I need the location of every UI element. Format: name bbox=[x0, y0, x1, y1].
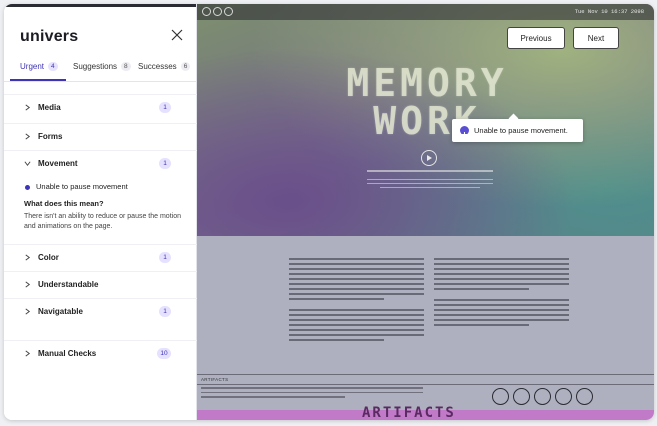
article-column-right bbox=[434, 258, 569, 329]
count-badge: 1 bbox=[159, 306, 171, 317]
issue-explanation-text: There isn't an ability to reduce or paus… bbox=[24, 213, 181, 230]
article-column-left bbox=[289, 258, 424, 344]
section-label: Color bbox=[38, 253, 59, 262]
tab-count-badge: 6 bbox=[180, 62, 191, 71]
tab-label: Urgent bbox=[20, 62, 45, 71]
brand-logo: univers bbox=[20, 28, 79, 45]
tab-successes[interactable]: Successes 6 bbox=[138, 62, 191, 71]
chevron-right-icon bbox=[25, 350, 31, 357]
section-media[interactable]: Media 1 bbox=[4, 94, 197, 120]
tab-urgent[interactable]: Urgent 4 bbox=[20, 62, 58, 71]
section-color[interactable]: Color 1 bbox=[4, 244, 197, 270]
chevron-down-icon bbox=[24, 161, 31, 167]
section-label: Navigatable bbox=[38, 307, 83, 316]
accessibility-panel: univers Urgent 4 Suggestions 8 Successes… bbox=[4, 4, 197, 420]
tab-count-badge: 8 bbox=[121, 62, 131, 71]
issue-bullet-icon bbox=[25, 185, 30, 190]
plus-icon bbox=[460, 126, 469, 137]
site-sound-icon[interactable] bbox=[224, 7, 233, 16]
hero-section: Tue Nov 10 16:37 2098 Previous Next MEMO… bbox=[197, 4, 654, 236]
artifact-glyph-1-icon[interactable] bbox=[492, 388, 509, 405]
section-label: Media bbox=[38, 103, 61, 112]
footer-title: ARTIFACTS bbox=[362, 405, 456, 420]
tab-suggestions[interactable]: Suggestions 8 bbox=[73, 62, 131, 71]
section-label: Movement bbox=[38, 159, 78, 168]
artifact-glyph-2-icon[interactable] bbox=[513, 388, 530, 405]
section-understandable[interactable]: Understandable bbox=[4, 271, 197, 297]
artifact-glyph-4-icon[interactable] bbox=[555, 388, 572, 405]
count-badge: 1 bbox=[159, 102, 171, 113]
article-section bbox=[197, 236, 654, 374]
chevron-right-icon bbox=[25, 133, 31, 140]
tab-label: Successes bbox=[138, 62, 177, 71]
section-manual-checks[interactable]: Manual Checks 10 bbox=[4, 340, 197, 366]
site-preview: Tue Nov 10 16:37 2098 Previous Next MEMO… bbox=[197, 4, 654, 420]
tab-label: Suggestions bbox=[73, 62, 118, 71]
close-icon[interactable] bbox=[171, 29, 183, 41]
play-triangle-icon bbox=[427, 155, 432, 161]
issue-item[interactable]: Unable to pause movement bbox=[36, 182, 128, 191]
active-tab-indicator bbox=[10, 79, 66, 81]
artifact-glyph-5-icon[interactable] bbox=[576, 388, 593, 405]
hero-caption bbox=[367, 179, 493, 193]
tab-bar: Urgent 4 Suggestions 8 Successes 6 bbox=[4, 58, 197, 82]
section-label: Manual Checks bbox=[38, 349, 97, 358]
next-button[interactable]: Next bbox=[573, 27, 619, 49]
tab-count-badge: 4 bbox=[48, 62, 58, 71]
count-badge: 1 bbox=[159, 158, 171, 169]
site-date: Tue Nov 10 16:37 2098 bbox=[574, 8, 644, 15]
site-top-strip: Tue Nov 10 16:37 2098 bbox=[197, 4, 654, 20]
site-logo-icon[interactable] bbox=[202, 7, 211, 16]
video-progress-bar[interactable] bbox=[367, 170, 493, 172]
count-badge: 10 bbox=[157, 348, 171, 359]
section-navigatable[interactable]: Navigatable 1 bbox=[4, 298, 197, 324]
previous-button[interactable]: Previous bbox=[507, 27, 565, 49]
artifacts-label: ARTIFACTS bbox=[201, 377, 229, 382]
artifact-glyph-3-icon[interactable] bbox=[534, 388, 551, 405]
play-icon[interactable] bbox=[421, 150, 437, 166]
chevron-right-icon bbox=[25, 281, 31, 288]
issue-explanation-heading: What does this mean? bbox=[24, 199, 104, 208]
app-frame: univers Urgent 4 Suggestions 8 Successes… bbox=[4, 4, 654, 420]
panel-top-bar bbox=[4, 4, 196, 7]
chevron-right-icon bbox=[25, 104, 31, 111]
site-menu-icon[interactable] bbox=[213, 7, 222, 16]
artifacts-description bbox=[201, 387, 423, 401]
section-label: Understandable bbox=[38, 280, 99, 289]
chevron-right-icon bbox=[25, 254, 31, 261]
section-forms[interactable]: Forms bbox=[4, 123, 197, 149]
section-movement[interactable]: Movement 1 bbox=[4, 150, 197, 176]
chevron-right-icon bbox=[25, 308, 31, 315]
issue-tooltip: Unable to pause movement. bbox=[452, 119, 583, 142]
hero-title-line-1: MEMORY bbox=[346, 61, 508, 105]
count-badge: 1 bbox=[159, 252, 171, 263]
tooltip-text: Unable to pause movement. bbox=[474, 126, 568, 135]
section-label: Forms bbox=[38, 132, 63, 141]
